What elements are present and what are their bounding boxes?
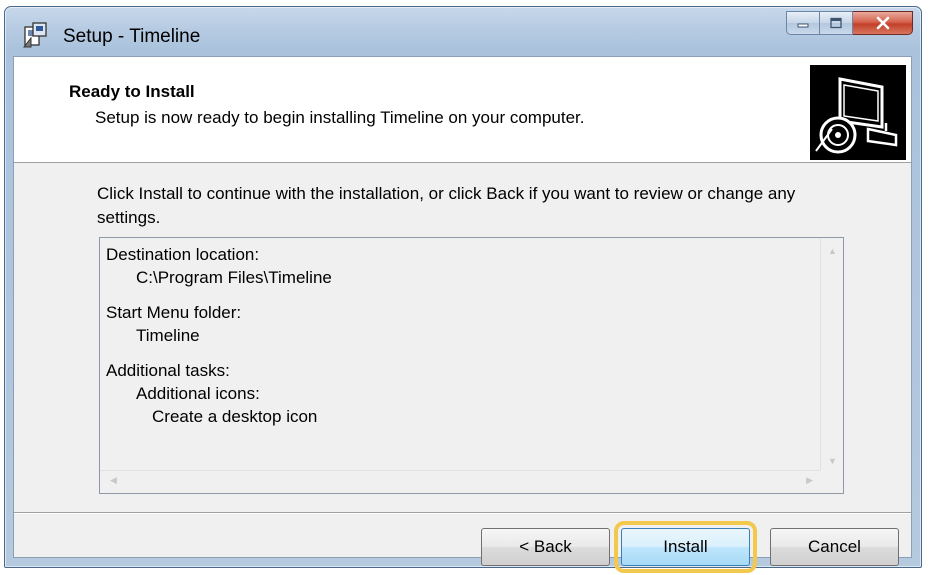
scroll-left-icon[interactable]: ◀ (110, 475, 117, 486)
window-title: Setup - Timeline (63, 26, 201, 47)
cancel-button[interactable]: Cancel (770, 528, 899, 566)
scroll-down-icon[interactable]: ▼ (828, 456, 837, 466)
horizontal-scrollbar[interactable]: ◀ ▶ (100, 470, 821, 493)
wizard-header: Ready to Install Setup is now ready to b… (14, 57, 911, 163)
scroll-right-icon[interactable]: ▶ (806, 475, 813, 486)
install-button[interactable]: Install (614, 521, 757, 573)
page-subtitle: Setup is now ready to begin installing T… (95, 108, 585, 127)
install-summary-text: Destination location: C:\Program Files\T… (106, 243, 806, 428)
back-button[interactable]: < Back (481, 528, 610, 566)
scrollbar-corner (821, 471, 843, 493)
minimize-button[interactable] (786, 11, 820, 35)
minimize-icon (797, 23, 809, 28)
page-title: Ready to Install (69, 82, 195, 101)
close-icon (876, 16, 889, 30)
window-controls (786, 11, 913, 37)
setup-app-icon (22, 22, 47, 48)
maximize-icon (830, 17, 842, 29)
wizard-page: Ready to Install Setup is now ready to b… (13, 56, 912, 573)
start-menu-value: Timeline (136, 326, 200, 345)
instructions-text: Click Install to continue with the insta… (97, 184, 796, 227)
setup-computer-icon (810, 65, 906, 160)
footer-divider (14, 512, 911, 514)
start-menu-label: Start Menu folder: (106, 303, 242, 322)
vertical-scrollbar[interactable]: ▲ ▼ (820, 238, 843, 472)
close-button[interactable] (853, 11, 913, 35)
tasks-label: Additional tasks: (106, 361, 230, 380)
maximize-button[interactable] (820, 11, 853, 35)
destination-value: C:\Program Files\Timeline (136, 268, 332, 287)
destination-label: Destination location: (106, 245, 260, 264)
setup-window: Setup - Timeline Ready to Install Setup … (4, 6, 922, 573)
tasks-item: Create a desktop icon (152, 407, 318, 426)
title-bar[interactable]: Setup - Timeline (5, 7, 921, 55)
install-summary-box[interactable]: Destination location: C:\Program Files\T… (99, 237, 844, 494)
scroll-up-icon[interactable]: ▲ (828, 246, 837, 256)
tasks-group: Additional icons: (136, 384, 260, 403)
